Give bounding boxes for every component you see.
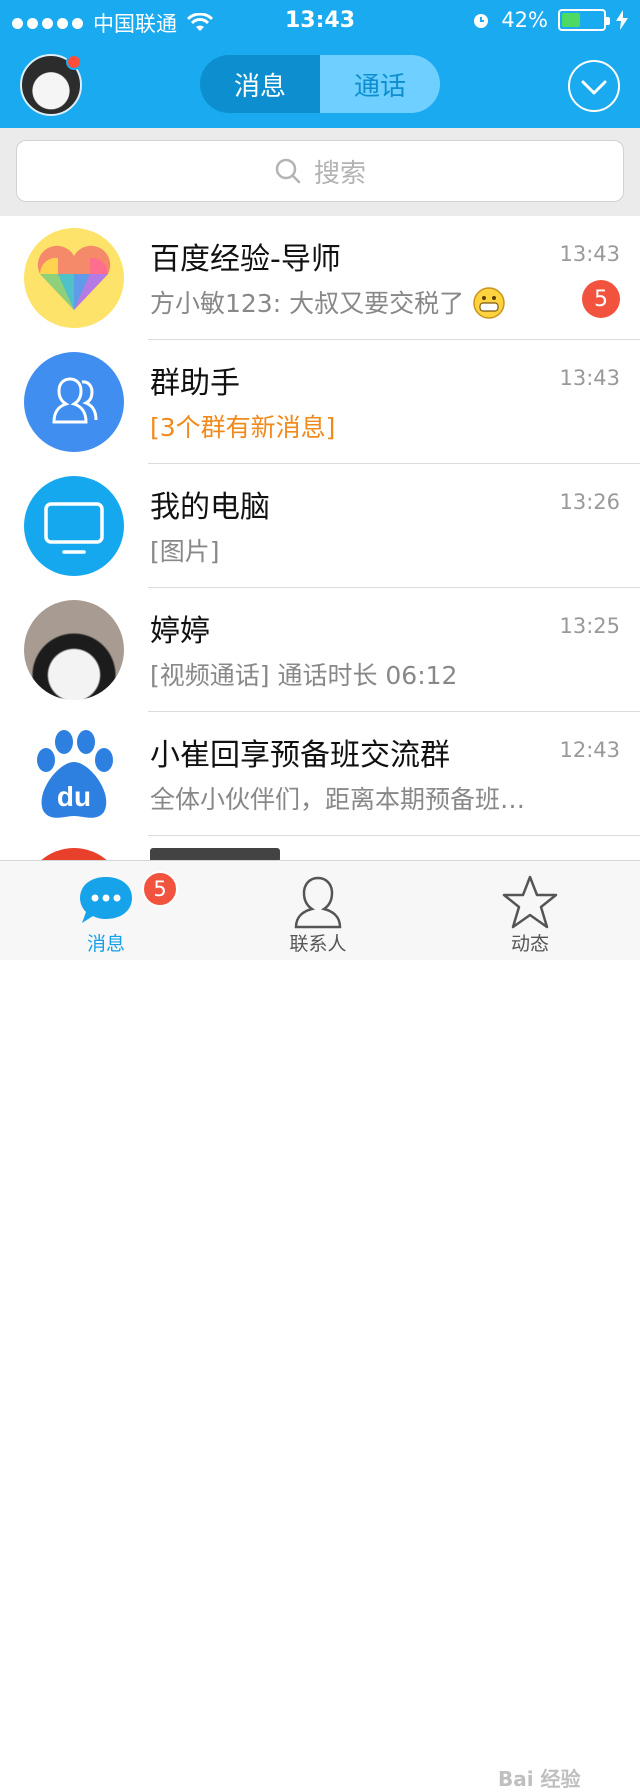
svg-text:du: du: [57, 781, 91, 812]
chevron-down-icon: [581, 80, 607, 95]
watermark-text: Bai 经验: [498, 1767, 581, 1791]
tab-calls[interactable]: 通话: [320, 55, 440, 113]
top-header: 中国联通 13:43 42% 消息 通话: [0, 0, 640, 128]
group-icon: [24, 352, 124, 452]
contacts-person-icon: [294, 876, 342, 929]
preview-text: 方小敏123: 大叔又要交税了: [150, 289, 465, 318]
divider: [148, 835, 640, 836]
conversation-title: 小崔回享预备班交流群: [150, 738, 450, 773]
conversation-preview: [3个群有新消息]: [150, 413, 336, 442]
search-input[interactable]: 搜索: [16, 140, 624, 202]
grin-emoji-icon: [473, 287, 505, 319]
star-icon: [502, 875, 558, 929]
tab-label: 消息: [86, 933, 125, 955]
user-photo-avatar: [24, 600, 124, 700]
battery-group: 42%: [471, 8, 628, 32]
monitor-icon: [24, 476, 124, 576]
search-area: 搜索: [0, 128, 640, 216]
tab-messages-bottom[interactable]: 5 消息: [26, 861, 186, 961]
conversation-title: 群助手: [150, 366, 240, 401]
tab-messages[interactable]: 消息: [200, 55, 320, 113]
battery-percent: 42%: [501, 8, 548, 32]
tab-label: 联系人: [289, 933, 347, 955]
conversation-title: 我的电脑: [150, 490, 270, 525]
conversation-time: 13:43: [559, 242, 620, 266]
bottom-tab-bar: 5 消息 联系人 动态 Bai 经验: [0, 860, 640, 1791]
battery-icon: [558, 9, 610, 31]
conversation-preview: [视频通话] 通话时长 06:12: [150, 661, 458, 690]
alarm-icon: [474, 14, 489, 28]
conversation-title: 百度经验-导师: [150, 242, 341, 277]
chat-bubble-icon: [80, 877, 132, 923]
conversation-item[interactable]: 我的电脑 13:26 [图片]: [0, 464, 640, 588]
conversation-item[interactable]: 婷婷 13:25 [视频通话] 通话时长 06:12: [0, 588, 640, 712]
baidu-du-logo: du: [24, 724, 124, 824]
conversation-item[interactable]: 群助手 13:43 [3个群有新消息]: [0, 340, 640, 464]
charging-icon: [616, 10, 628, 30]
conversation-preview: [图片]: [150, 537, 220, 566]
conversation-time: 13:25: [559, 614, 620, 638]
conversation-preview: 全体小伙伴们，距离本期预备班…: [150, 785, 526, 814]
conversation-preview: 方小敏123: 大叔又要交税了: [150, 284, 506, 320]
rainbow-heart-avatar: [24, 228, 124, 328]
status-bar: 中国联通 13:43 42%: [0, 0, 640, 40]
conversation-time: 13:26: [559, 490, 620, 514]
unread-badge: 5: [582, 280, 620, 318]
tab-unread-badge: 5: [142, 871, 178, 907]
my-avatar[interactable]: [20, 54, 82, 116]
conversation-time: 12:43: [559, 738, 620, 762]
tab-contacts[interactable]: 联系人: [238, 861, 398, 961]
more-menu-button[interactable]: [568, 60, 620, 112]
conversation-item[interactable]: 百度经验-导师 13:43 方小敏123: 大叔又要交税了 5: [0, 216, 640, 340]
notification-dot: [66, 54, 82, 70]
conversation-time: 13:43: [559, 366, 620, 390]
search-placeholder: 搜索: [313, 158, 366, 189]
conversation-title: 婷婷: [150, 614, 210, 649]
search-icon: [275, 158, 301, 184]
conversation-item[interactable]: du 小崔回享预备班交流群 12:43 全体小伙伴们，距离本期预备班…: [0, 712, 640, 836]
header-segmented-control: 消息 通话: [200, 55, 440, 113]
tab-feed[interactable]: 动态: [450, 861, 610, 961]
conversation-list: 百度经验-导师 13:43 方小敏123: 大叔又要交税了 5 群助手 13:4…: [0, 216, 640, 836]
tab-label: 动态: [510, 933, 549, 955]
